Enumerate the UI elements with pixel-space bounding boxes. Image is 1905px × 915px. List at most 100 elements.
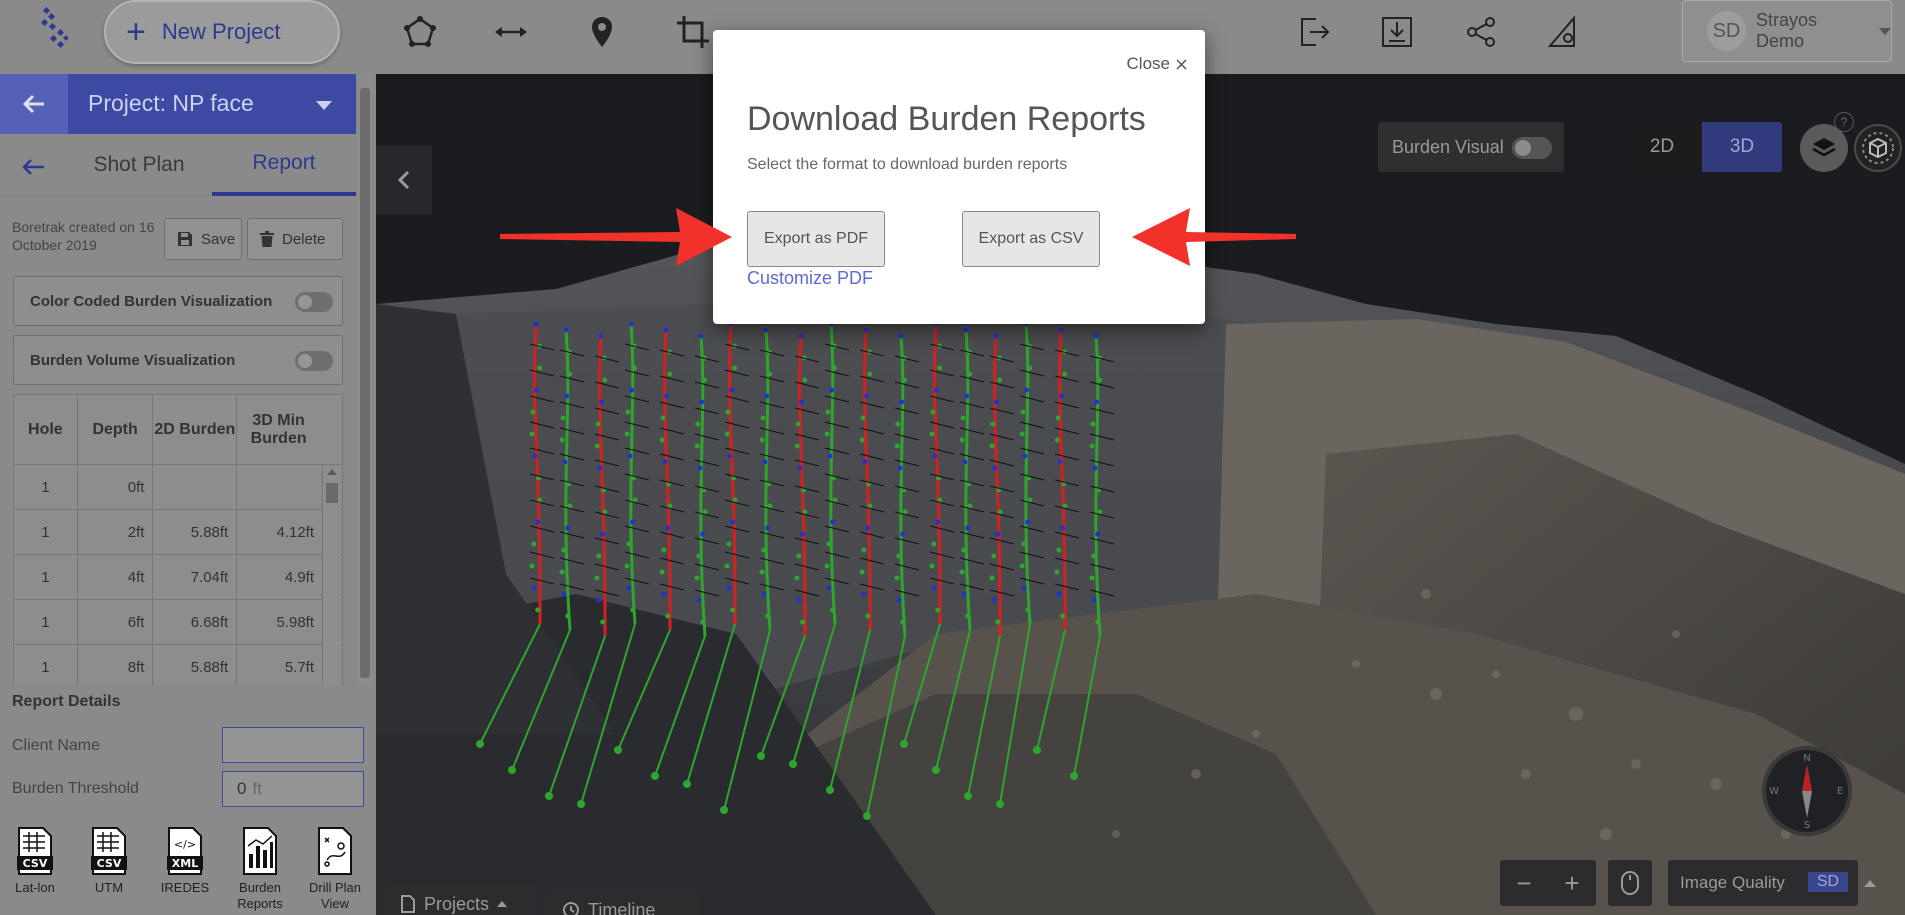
cell-2d-burden [152,464,238,510]
view-cube-button[interactable] [1854,124,1902,172]
export-burden-reports-button[interactable]: Burden Reports [225,826,295,912]
drill-hole-point [1019,563,1025,569]
drill-hole-point [702,377,708,383]
drill-hole-collar-point [720,806,728,814]
drill-hole-point [667,371,673,377]
cell-hole: 1 [13,554,78,600]
tab-shot-plan[interactable]: Shot Plan [68,134,210,196]
drill-hole-point [696,553,702,559]
zoom-in-button[interactable]: + [1548,860,1596,906]
timeline-tab[interactable]: Timeline [546,890,700,915]
zoom-out-button[interactable]: − [1500,860,1548,906]
client-name-field[interactable] [222,727,364,763]
drill-hole-point [900,619,906,625]
export-as-csv-button[interactable]: Export as CSV [962,211,1100,267]
tab-report[interactable]: Report [212,134,356,196]
color-coded-burden-toggle[interactable] [295,292,333,312]
drill-hole-point [1021,585,1027,591]
export-icon[interactable] [1294,12,1334,52]
close-button[interactable]: Close [1127,54,1187,74]
drill-hole-point [861,591,867,597]
image-quality-value[interactable]: SD [1808,872,1848,892]
burden-visual-toggle[interactable] [1512,137,1552,159]
drill-hole-point [559,569,565,575]
burden-threshold-field[interactable]: 0 ft [222,771,364,807]
drill-hole-point [595,421,601,427]
drill-hole-point [1092,465,1098,471]
cell-depth: 6ft [76,599,154,645]
sidebar-scroll-thumb[interactable] [360,88,370,678]
back-arrow-icon[interactable] [18,152,48,182]
drill-hole-point [764,393,770,399]
export-drill-plan-button[interactable]: Drill Plan View [300,826,370,912]
drill-hole-point [894,443,900,449]
drill-hole-point [630,519,636,525]
drill-hole-point [565,525,571,531]
drill-hole-collar-point [651,772,659,780]
save-button[interactable]: Save [164,218,242,260]
drill-hole-collar-point [476,740,484,748]
drill-hole-collar-point [789,760,797,768]
drill-hole-point [794,575,800,581]
chevron-up-icon[interactable] [1864,880,1876,887]
user-name: Strayos Demo [1755,10,1817,51]
strayos-logo [40,6,69,49]
document-icon [401,895,415,913]
new-project-button[interactable]: + New Project [104,0,340,64]
drill-hole-point [761,547,767,553]
burden-volume-toggle[interactable] [295,351,333,371]
export-utm-button[interactable]: CSV UTM [74,826,144,896]
drill-hole-point [827,453,833,459]
view-2d-button[interactable]: 2D [1622,122,1702,172]
drill-hole-point [935,607,941,613]
drill-hole-point [1097,377,1103,383]
cell-2d-burden: 6.68ft [152,599,238,645]
share-icon[interactable] [1461,12,1501,52]
drill-hole-point [865,525,871,531]
zoom-controls: − + [1500,860,1596,906]
scroll-up-icon[interactable] [327,469,337,475]
delete-button[interactable]: Delete [247,218,343,260]
project-selector[interactable]: Project: NP face [0,74,356,134]
cube-icon [1862,132,1894,164]
download-icon[interactable] [1377,12,1417,52]
drill-hole-collar-point [996,800,1004,808]
back-arrow-icon[interactable] [0,74,68,134]
export-latlon-button[interactable]: CSV Lat-lon [0,826,70,896]
mouse-mode-button[interactable] [1608,860,1652,906]
drill-hole-point [860,415,866,421]
drill-hole-point [959,437,965,443]
export-as-pdf-button[interactable]: Export as PDF [747,211,885,267]
drill-hole-point [897,465,903,471]
chevron-down-icon [1879,27,1891,35]
view-3d-button[interactable]: 3D [1702,122,1782,172]
export-iredes-label: IREDES [160,880,210,895]
table-scroll-thumb[interactable] [326,483,338,503]
export-iredes-button[interactable]: </> XML IREDES [150,826,220,896]
drill-hole-point [825,409,831,415]
mouse-icon [1621,871,1639,895]
drill-hole-point [665,525,671,531]
drill-hole-point [529,431,535,437]
settings-ruler-icon[interactable] [1544,12,1584,52]
drill-hole-point [630,607,636,613]
polygon-tool-icon[interactable] [400,12,440,52]
collapse-sidebar-button[interactable] [376,146,432,214]
svg-text:CSV: CSV [23,857,48,870]
map-pin-icon[interactable] [582,12,622,52]
user-menu[interactable]: SD Strayos Demo [1682,0,1892,62]
drill-hole-collar-point [826,786,834,794]
layers-button[interactable] [1800,124,1848,172]
compass-widget[interactable]: N S E W [1762,746,1852,836]
drill-hole-point [761,591,767,597]
drill-hole-point [564,393,570,399]
sidebar-scrollbar[interactable] [358,74,372,685]
drill-hole-point [535,607,541,613]
measure-distance-icon[interactable] [491,12,531,52]
crop-icon[interactable] [673,12,713,52]
customize-pdf-link[interactable]: Customize PDF [747,268,873,289]
column-header-3d-min-burden: 3D Min Burden [236,394,343,465]
projects-tab[interactable]: Projects [384,884,538,915]
drill-hole-point [800,531,806,537]
drill-hole-point [726,585,732,591]
